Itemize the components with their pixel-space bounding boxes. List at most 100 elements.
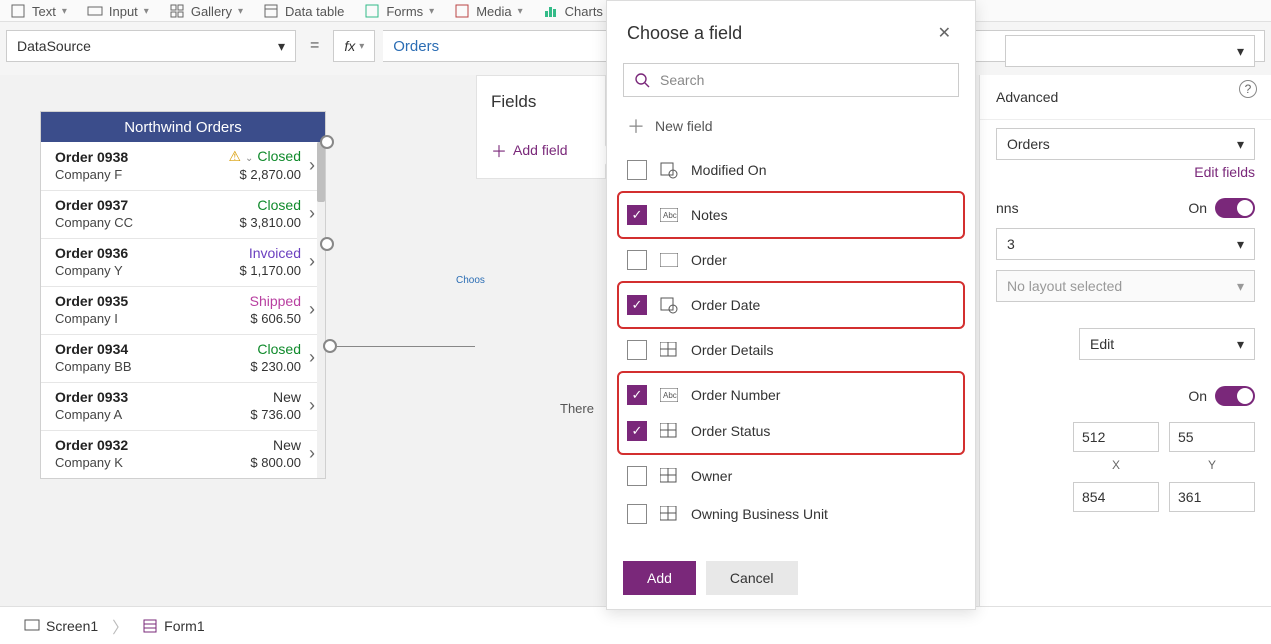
field-item-order-number[interactable]: ✓ Abc Order Number: [627, 379, 953, 411]
gallery-row[interactable]: Order 0935Company I Shipped$ 606.50 ›: [41, 287, 325, 335]
checkbox[interactable]: [627, 250, 647, 270]
chevron-right-icon[interactable]: ›: [309, 299, 315, 320]
order-number-label: Order 0933: [55, 389, 215, 405]
field-item-notes[interactable]: ✓ Abc Notes: [627, 199, 953, 231]
ribbon-item-media[interactable]: Media▾: [444, 3, 532, 21]
field-item-order-date[interactable]: ✓ Order Date: [627, 289, 953, 321]
checkbox[interactable]: [627, 160, 647, 180]
chevron-right-icon[interactable]: ›: [309, 443, 315, 464]
checkbox-checked[interactable]: ✓: [627, 421, 647, 441]
checkbox[interactable]: [627, 340, 647, 360]
layout-select[interactable]: No layout selected▾: [996, 270, 1255, 302]
checkbox[interactable]: [627, 466, 647, 486]
edit-fields-link[interactable]: Edit fields: [996, 164, 1255, 180]
field-label: Modified On: [691, 162, 766, 178]
gallery-row[interactable]: Order 0932Company K New$ 800.00 ›: [41, 431, 325, 478]
default-mode-select[interactable]: Edit▾: [1079, 328, 1255, 360]
status-label: Invoiced: [215, 245, 301, 261]
fx-button[interactable]: fx▾: [333, 30, 375, 62]
checkbox[interactable]: [627, 504, 647, 524]
chevron-right-icon[interactable]: ›: [309, 203, 315, 224]
gallery-row[interactable]: Order 0936Company Y Invoiced$ 1,170.00 ›: [41, 239, 325, 287]
y-axis-label: Y: [1169, 458, 1255, 472]
field-item-owning-bu[interactable]: Owning Business Unit: [607, 495, 975, 533]
chevron-right-icon[interactable]: ›: [309, 251, 315, 272]
company-label: Company I: [55, 311, 215, 326]
search-input[interactable]: Search: [623, 63, 959, 97]
width-input[interactable]: 854: [1073, 482, 1159, 512]
field-item-order-details[interactable]: Order Details: [607, 331, 975, 369]
record-icon: [659, 250, 679, 270]
ribbon-item-forms[interactable]: Forms▾: [354, 3, 444, 21]
resize-handle[interactable]: [320, 135, 334, 149]
field-item-order-status[interactable]: ✓ Order Status: [627, 415, 953, 447]
chevron-right-icon[interactable]: ›: [309, 347, 315, 368]
chevron-right-icon[interactable]: ›: [309, 395, 315, 416]
field-item-order[interactable]: Order: [607, 241, 975, 279]
columns-label-partial: nns: [996, 200, 1019, 216]
help-icon[interactable]: ?: [1239, 80, 1257, 98]
chevron-down-icon: ▾: [278, 38, 285, 55]
field-label: Order Number: [691, 387, 780, 403]
gallery-header: Northwind Orders: [41, 112, 325, 142]
chevron-right-icon[interactable]: ›: [309, 155, 315, 176]
add-button[interactable]: Add: [623, 561, 696, 595]
resize-handle[interactable]: [320, 237, 334, 251]
visible-toggle[interactable]: [1215, 386, 1255, 406]
breadcrumb-label: Form1: [164, 618, 204, 634]
snap-columns-toggle[interactable]: [1215, 198, 1255, 218]
close-icon[interactable]: ✕: [934, 19, 955, 47]
checkbox-checked[interactable]: ✓: [627, 295, 647, 315]
add-field-label: Add field: [513, 142, 567, 158]
scrollbar-thumb[interactable]: [317, 142, 325, 202]
status-label: Closed: [257, 148, 301, 164]
ribbon-item-text[interactable]: Text▾: [0, 3, 77, 21]
breadcrumb-screen[interactable]: Screen1: [14, 614, 108, 638]
field-item-owner[interactable]: Owner: [607, 457, 975, 495]
datasource-select[interactable]: Orders▾: [996, 128, 1255, 160]
add-field-button[interactable]: ＋ Add field: [491, 138, 591, 162]
lookup-icon: [659, 340, 679, 360]
lookup-icon: [659, 466, 679, 486]
gallery-row[interactable]: Order 0937Company CC Closed$ 3,810.00 ›: [41, 191, 325, 239]
property-dropdown[interactable]: DataSource ▾: [6, 30, 296, 62]
text-icon: Abc: [659, 205, 679, 225]
gallery-row[interactable]: Order 0938Company F ⚠⌄Closed$ 2,870.00 ›: [41, 142, 325, 191]
gallery-row[interactable]: Order 0933Company A New$ 736.00 ›: [41, 383, 325, 431]
field-label: Order Details: [691, 342, 773, 358]
company-label: Company A: [55, 407, 215, 422]
cancel-button[interactable]: Cancel: [706, 561, 798, 595]
gallery-row[interactable]: Order 0934Company BB Closed$ 230.00 ›: [41, 335, 325, 383]
toggle-label: On: [1188, 200, 1207, 216]
svg-text:Abc: Abc: [663, 391, 677, 400]
y-input[interactable]: 55: [1169, 422, 1255, 452]
equals-sign: =: [304, 37, 325, 55]
new-field-label: New field: [655, 118, 713, 134]
status-label: Closed: [215, 341, 301, 357]
height-input[interactable]: 361: [1169, 482, 1255, 512]
ribbon-item-input[interactable]: Input▾: [77, 3, 159, 21]
ribbon-item-datatable[interactable]: Data table: [253, 3, 354, 21]
chevron-down-icon: ⌄: [245, 153, 253, 164]
field-item-modified-on[interactable]: Modified On: [607, 151, 975, 189]
control-selector-partial[interactable]: ▾: [1005, 35, 1255, 67]
plus-icon: ＋: [627, 113, 645, 139]
gallery-scrollbar[interactable]: [317, 142, 325, 478]
column-count-select[interactable]: 3▾: [996, 228, 1255, 260]
gallery-northwind-orders[interactable]: Northwind Orders Order 0938Company F ⚠⌄C…: [40, 111, 326, 479]
highlight-number-status: ✓ Abc Order Number ✓ Order Status: [617, 371, 965, 455]
checkbox-checked[interactable]: ✓: [627, 385, 647, 405]
resize-handle[interactable]: [323, 339, 337, 353]
order-number-label: Order 0936: [55, 245, 215, 261]
breadcrumb-form[interactable]: Form1: [132, 614, 214, 638]
x-input[interactable]: 512: [1073, 422, 1159, 452]
ribbon-item-gallery[interactable]: Gallery▾: [159, 3, 253, 21]
datetime-icon: [659, 160, 679, 180]
popover-title: Choose a field: [627, 23, 742, 44]
new-field-button[interactable]: ＋ New field: [607, 107, 975, 147]
tab-advanced[interactable]: Advanced: [980, 79, 1271, 120]
checkbox-checked[interactable]: ✓: [627, 205, 647, 225]
datetime-icon: [659, 295, 679, 315]
price-label: $ 230.00: [215, 359, 301, 374]
field-list[interactable]: Modified On ✓ Abc Notes Order ✓ Order Da…: [607, 147, 975, 547]
